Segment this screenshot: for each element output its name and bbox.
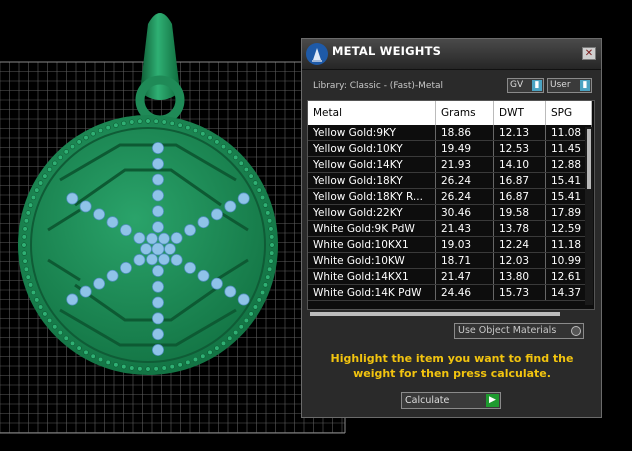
table-row[interactable]: Yellow Gold:22KY 30.46 19.58 17.89 <box>308 204 592 221</box>
cell-dwt: 13.78 <box>493 220 546 237</box>
gv-toggle-label: GV <box>510 80 524 90</box>
toggle-icon: ▮ <box>580 80 590 91</box>
cell-metal: Yellow Gold:18KY <box>308 172 436 189</box>
table-row[interactable]: Yellow Gold:14KY 21.93 14.10 12.88 <box>308 156 592 173</box>
column-header-dwt[interactable]: DWT <box>493 101 546 125</box>
cell-grams: 30.46 <box>435 204 494 221</box>
user-toggle-label: User <box>550 80 571 90</box>
table-header-row: Metal Grams DWT SPG <box>308 101 592 125</box>
instruction-text: Highlight the item you want to find the … <box>330 352 574 380</box>
cell-grams: 18.86 <box>435 125 494 141</box>
cell-grams: 24.46 <box>435 284 494 301</box>
vertical-scrollbar-thumb[interactable] <box>587 129 591 189</box>
cell-dwt: 16.87 <box>493 172 546 189</box>
cell-metal: White Gold:14K PdW <box>308 284 436 301</box>
cell-metal: White Gold:10KW <box>308 252 436 269</box>
cell-metal: White Gold:14KX1 <box>308 268 436 285</box>
cell-grams: 26.24 <box>435 172 494 189</box>
calculate-button[interactable]: Calculate ▶ <box>401 392 501 409</box>
table-row[interactable]: White Gold:9K PdW 21.43 13.78 12.59 <box>308 220 592 237</box>
table-row[interactable]: White Gold:10KW 18.71 12.03 10.99 <box>308 252 592 269</box>
cell-dwt: 14.10 <box>493 156 546 173</box>
horizontal-scrollbar[interactable] <box>308 311 586 317</box>
cell-metal: Yellow Gold:14KY <box>308 156 436 173</box>
cell-metal: Yellow Gold:22KY <box>308 204 436 221</box>
cell-dwt: 19.58 <box>493 204 546 221</box>
cell-grams: 21.43 <box>435 220 494 237</box>
use-object-materials-label: Use Object Materials <box>458 325 557 336</box>
cell-dwt: 15.73 <box>493 284 546 301</box>
column-header-grams[interactable]: Grams <box>435 101 494 125</box>
cell-metal: Yellow Gold:10KY <box>308 140 436 157</box>
cell-dwt: 16.87 <box>493 188 546 205</box>
cell-metal: White Gold:10KX1 <box>308 236 436 253</box>
table-row[interactable]: White Gold:14K PdW 24.46 15.73 14.37 <box>308 284 592 301</box>
cell-grams: 19.03 <box>435 236 494 253</box>
cell-metal: Yellow Gold:9KY <box>308 125 436 141</box>
cell-grams: 26.24 <box>435 188 494 205</box>
table-row[interactable]: Yellow Gold:9KY 18.86 12.13 11.08 <box>308 125 592 141</box>
cell-dwt: 12.24 <box>493 236 546 253</box>
cell-metal: White Gold:9K PdW <box>308 220 436 237</box>
use-object-materials-option[interactable]: Use Object Materials <box>454 323 584 339</box>
user-toggle[interactable]: User ▮ <box>547 78 592 93</box>
cell-dwt: 12.13 <box>493 125 546 141</box>
dialog-title: METAL WEIGHTS <box>332 44 442 58</box>
table-row[interactable]: Yellow Gold:18KY 26.24 16.87 15.41 <box>308 172 592 189</box>
dialog-titlebar[interactable]: METAL WEIGHTS ✕ <box>302 39 601 70</box>
vertical-scrollbar[interactable] <box>585 127 593 305</box>
cell-grams: 19.49 <box>435 140 494 157</box>
calculate-label: Calculate <box>405 395 450 406</box>
cell-grams: 21.93 <box>435 156 494 173</box>
play-arrow-icon: ▶ <box>486 394 499 407</box>
gv-toggle[interactable]: GV ▮ <box>507 78 544 93</box>
close-icon: ✕ <box>584 48 594 59</box>
table-row[interactable]: Yellow Gold:10KY 19.49 12.53 11.45 <box>308 140 592 157</box>
cell-grams: 18.71 <box>435 252 494 269</box>
close-button[interactable]: ✕ <box>582 47 596 60</box>
toggle-icon: ▮ <box>532 80 542 91</box>
horizontal-scrollbar-thumb[interactable] <box>310 312 560 316</box>
cell-dwt: 12.03 <box>493 252 546 269</box>
column-header-spg[interactable]: SPG <box>545 101 592 125</box>
metal-table[interactable]: Metal Grams DWT SPG Yellow Gold:9KY 18.8… <box>307 100 595 310</box>
column-header-metal[interactable]: Metal <box>308 101 436 125</box>
cell-metal: Yellow Gold:18KY R... <box>308 188 436 205</box>
metal-weights-dialog: METAL WEIGHTS ✕ Library: Classic - (Fast… <box>301 38 602 418</box>
cell-grams: 21.47 <box>435 268 494 285</box>
table-row[interactable]: White Gold:14KX1 21.47 13.80 12.61 <box>308 268 592 285</box>
metal-weights-flask-icon <box>306 43 328 65</box>
table-row[interactable]: White Gold:10KX1 19.03 12.24 11.18 <box>308 236 592 253</box>
cell-dwt: 13.80 <box>493 268 546 285</box>
radio-icon[interactable] <box>571 326 581 336</box>
library-label: Library: Classic - (Fast)-Metal <box>313 81 444 91</box>
table-row[interactable]: Yellow Gold:18KY R... 26.24 16.87 15.41 <box>308 188 592 205</box>
cell-dwt: 12.53 <box>493 140 546 157</box>
